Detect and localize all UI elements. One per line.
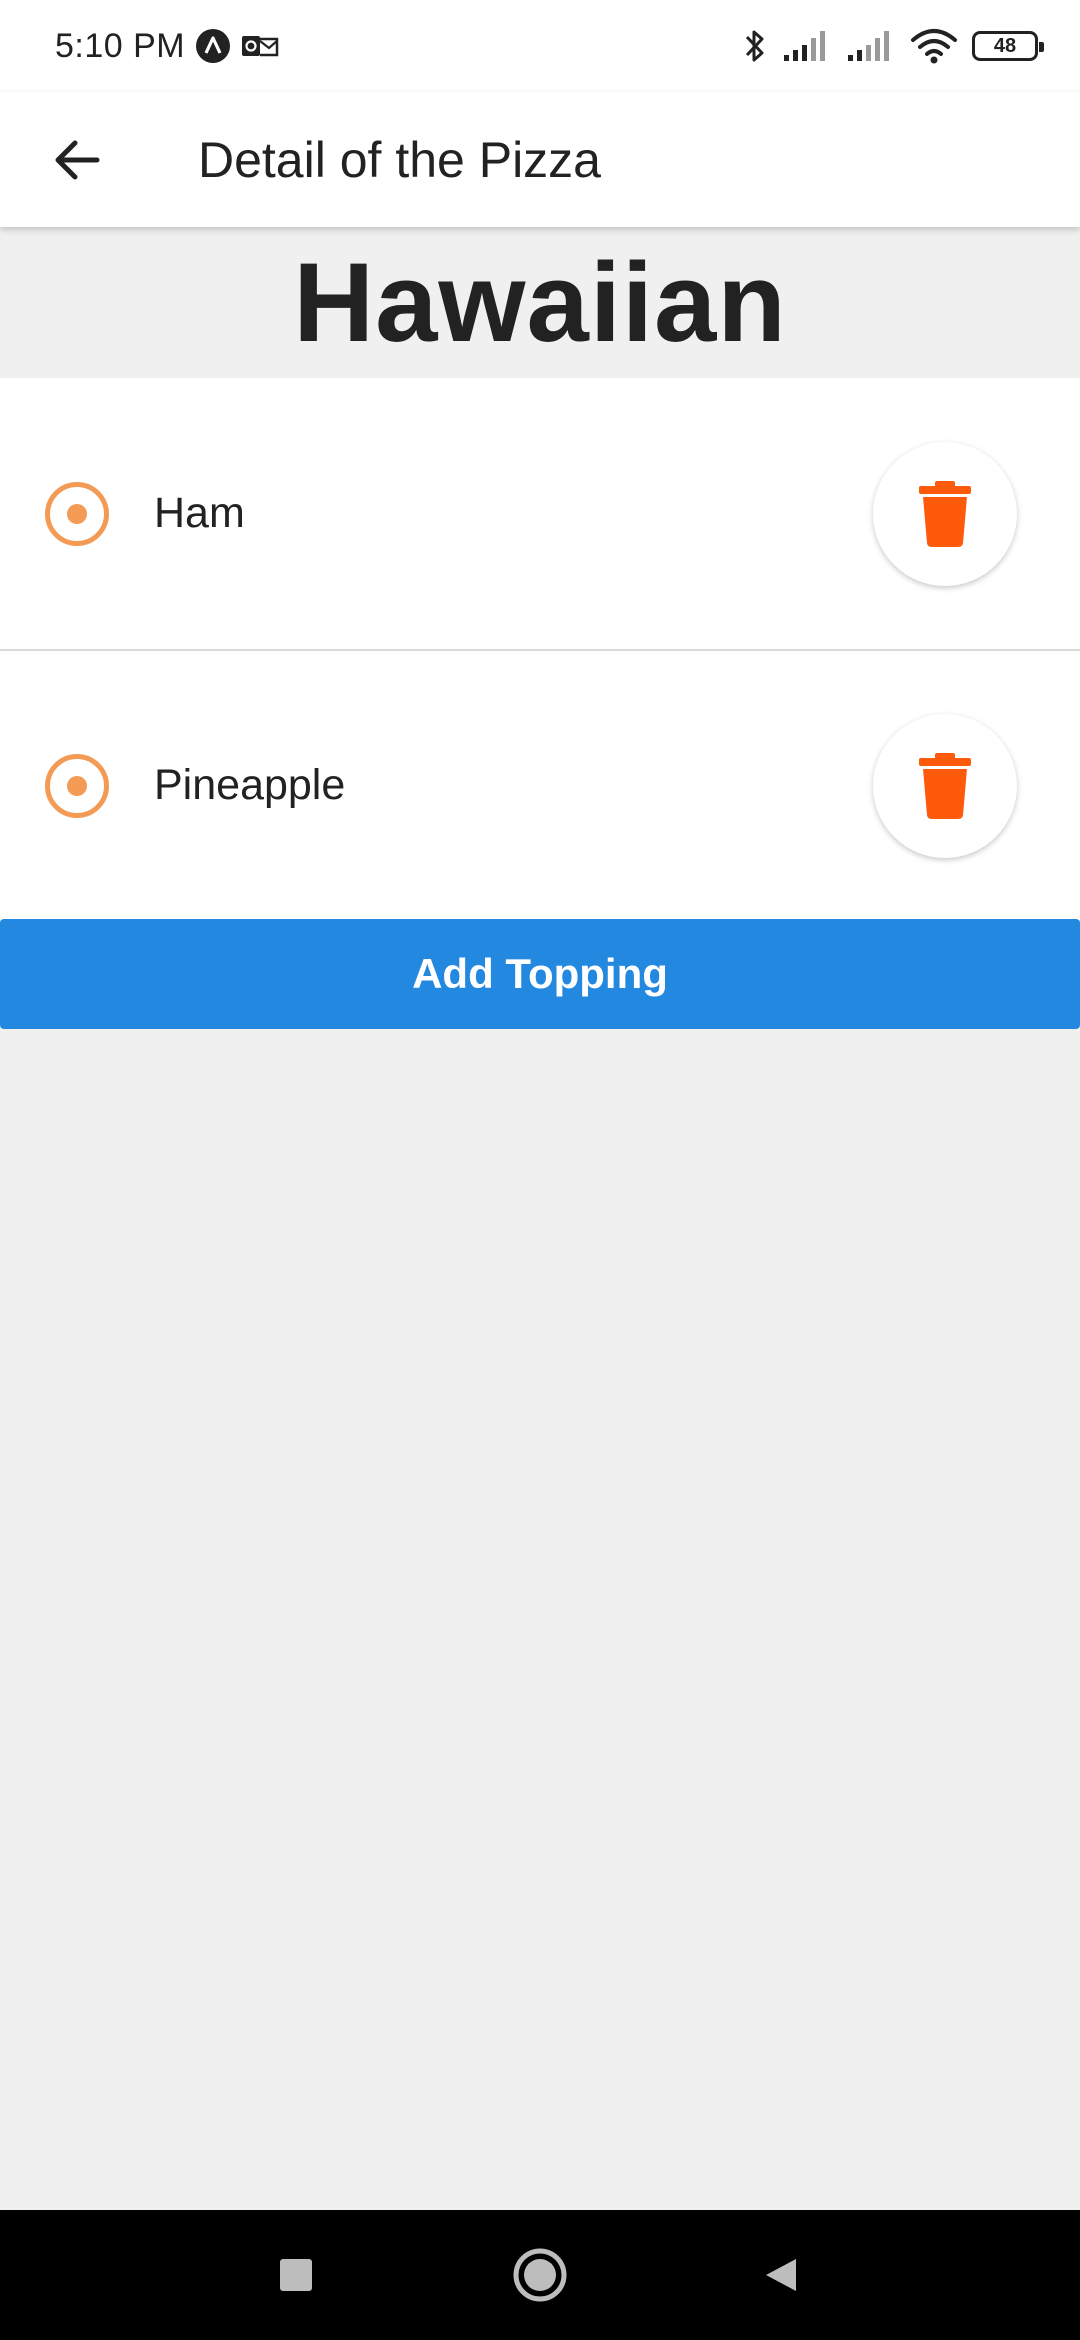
home-button[interactable] <box>495 2230 585 2320</box>
topping-row-pineapple: Pineapple <box>0 649 1080 920</box>
status-bar: 5:10 PM 48 <box>0 0 1080 92</box>
trash-icon <box>915 752 975 820</box>
recents-square-icon <box>278 2257 314 2293</box>
topping-radio[interactable] <box>45 481 109 546</box>
arrow-left-icon <box>51 134 103 186</box>
status-time: 5:10 PM <box>55 26 186 65</box>
bluetooth-icon <box>742 26 768 66</box>
delete-topping-button[interactable] <box>873 441 1017 586</box>
trash-icon <box>915 480 975 548</box>
app-bar: Detail of the Pizza <box>0 92 1080 227</box>
toppings-list: Ham Pineapple <box>0 378 1080 920</box>
status-right: 48 <box>742 26 1044 66</box>
nav-back-button[interactable] <box>736 2230 826 2320</box>
delete-topping-button[interactable] <box>873 713 1017 858</box>
radio-dot <box>67 503 87 524</box>
battery-icon: 48 <box>972 31 1044 61</box>
back-triangle-icon <box>761 2255 801 2295</box>
topping-radio[interactable] <box>45 753 109 818</box>
recents-button[interactable] <box>251 2230 341 2320</box>
back-button[interactable] <box>27 110 127 210</box>
pizza-name: Hawaiian <box>293 240 787 365</box>
app-a-icon <box>195 28 231 64</box>
topping-label: Ham <box>154 489 245 537</box>
screen: 5:10 PM 48 Detail of the Pizza Hawaiian … <box>0 0 1080 2340</box>
battery-level: 48 <box>993 34 1017 57</box>
topping-label: Pineapple <box>154 761 346 809</box>
page-title: Detail of the Pizza <box>198 131 601 188</box>
topping-row-ham: Ham <box>0 378 1080 649</box>
home-circle-icon <box>512 2247 568 2303</box>
system-nav-bar <box>0 2210 1080 2340</box>
signal-icon <box>846 29 896 63</box>
wifi-icon <box>910 28 958 64</box>
pizza-header: Hawaiian <box>0 227 1080 378</box>
outlook-icon <box>241 31 279 61</box>
status-left: 5:10 PM <box>55 27 279 66</box>
radio-dot <box>67 775 87 796</box>
signal-icon <box>782 29 832 63</box>
add-topping-button[interactable]: Add Topping <box>0 919 1080 1029</box>
